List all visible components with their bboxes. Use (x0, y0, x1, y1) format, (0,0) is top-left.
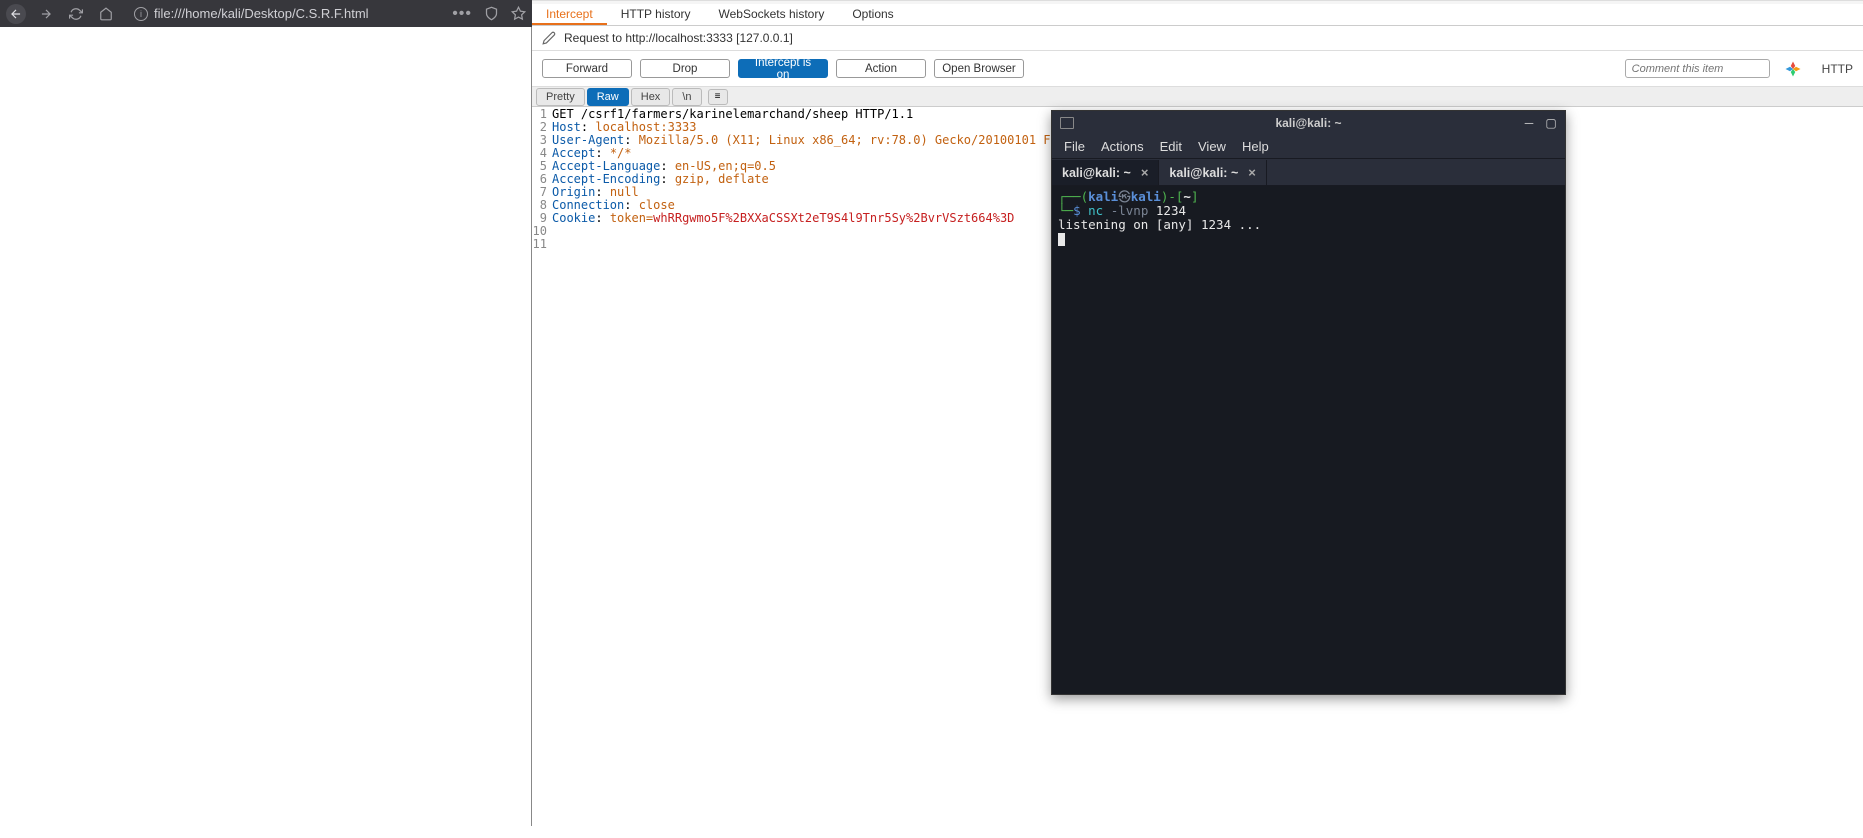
request-info-bar: Request to http://localhost:3333 [127.0.… (532, 26, 1863, 51)
view-tab-raw[interactable]: Raw (587, 88, 629, 106)
view-tabs: Pretty Raw Hex \n ≡ (532, 87, 1863, 107)
drop-button[interactable]: Drop (640, 59, 730, 78)
view-tab-pretty[interactable]: Pretty (536, 88, 585, 106)
tab-options[interactable]: Options (838, 4, 907, 25)
forward-button[interactable] (36, 4, 56, 24)
menu-edit[interactable]: Edit (1160, 139, 1182, 154)
terminal-line: └─$ nc -lvnp 1234 (1058, 204, 1559, 218)
url-bar[interactable]: i file:///home/kali/Desktop/C.S.R.F.html (126, 6, 442, 21)
terminal-tab-1[interactable]: kali@kali: ~ × (1052, 160, 1159, 185)
terminal-tab-2[interactable]: kali@kali: ~ × (1159, 160, 1266, 185)
request-to-text: Request to http://localhost:3333 [127.0.… (564, 31, 793, 45)
browser-content-area (0, 27, 532, 826)
http-label: HTTP (1822, 62, 1853, 76)
menu-view[interactable]: View (1198, 139, 1226, 154)
action-buttons-row: Forward Drop Intercept is on Action Open… (532, 51, 1863, 87)
menu-actions[interactable]: Actions (1101, 139, 1144, 154)
home-button[interactable] (96, 4, 116, 24)
view-tab-newline[interactable]: \n (672, 88, 701, 106)
menu-help[interactable]: Help (1242, 139, 1269, 154)
tab-http-history[interactable]: HTTP history (607, 4, 705, 25)
intercept-toggle-button[interactable]: Intercept is on (738, 59, 828, 78)
terminal-menubar: File Actions Edit View Help (1052, 135, 1565, 159)
terminal-cursor-line (1058, 232, 1559, 246)
more-icon[interactable]: ••• (452, 5, 472, 23)
info-icon: i (134, 7, 148, 21)
window-icon (1060, 117, 1074, 129)
terminal-tabbar: kali@kali: ~ × kali@kali: ~ × (1052, 159, 1565, 186)
url-text: file:///home/kali/Desktop/C.S.R.F.html (154, 6, 369, 21)
color-palette-icon[interactable] (1784, 60, 1802, 78)
close-icon[interactable]: × (1248, 165, 1256, 180)
close-icon[interactable]: × (1141, 165, 1149, 180)
hamburger-icon[interactable]: ≡ (708, 89, 728, 105)
shield-icon[interactable] (484, 6, 499, 21)
terminal-tab-label: kali@kali: ~ (1062, 166, 1131, 180)
line-gutter: 1234567891011 (532, 107, 550, 838)
back-button[interactable] (6, 4, 26, 24)
browser-toolbar: i file:///home/kali/Desktop/C.S.R.F.html… (0, 0, 532, 27)
minimize-button[interactable]: ─ (1523, 117, 1535, 129)
reload-icon (69, 7, 83, 21)
terminal-body[interactable]: ┌──(kali㉿kali)-[~] └─$ nc -lvnp 1234 lis… (1052, 186, 1565, 694)
tab-websockets-history[interactable]: WebSockets history (705, 4, 839, 25)
menu-file[interactable]: File (1064, 139, 1085, 154)
burp-subtabs: Intercept HTTP history WebSockets histor… (532, 4, 1863, 26)
terminal-title: kali@kali: ~ (1275, 116, 1341, 130)
tab-intercept[interactable]: Intercept (532, 4, 607, 25)
terminal-line: listening on [any] 1234 ... (1058, 218, 1559, 232)
cursor-icon (1058, 233, 1065, 246)
terminal-window[interactable]: kali@kali: ~ ─ ▢ File Actions Edit View … (1051, 110, 1566, 695)
star-icon[interactable] (511, 6, 526, 21)
terminal-tab-label: kali@kali: ~ (1169, 166, 1238, 180)
view-tab-hex[interactable]: Hex (631, 88, 671, 106)
comment-input[interactable] (1625, 59, 1770, 78)
maximize-button[interactable]: ▢ (1545, 117, 1557, 129)
terminal-titlebar[interactable]: kali@kali: ~ ─ ▢ (1052, 111, 1565, 135)
open-browser-button[interactable]: Open Browser (934, 59, 1024, 78)
home-icon (99, 7, 113, 21)
pencil-icon[interactable] (542, 31, 556, 45)
arrow-right-icon (39, 7, 53, 21)
forward-button[interactable]: Forward (542, 59, 632, 78)
terminal-line: ┌──(kali㉿kali)-[~] (1058, 190, 1559, 204)
action-button[interactable]: Action (836, 59, 926, 78)
reload-button[interactable] (66, 4, 86, 24)
arrow-left-icon (9, 7, 23, 21)
